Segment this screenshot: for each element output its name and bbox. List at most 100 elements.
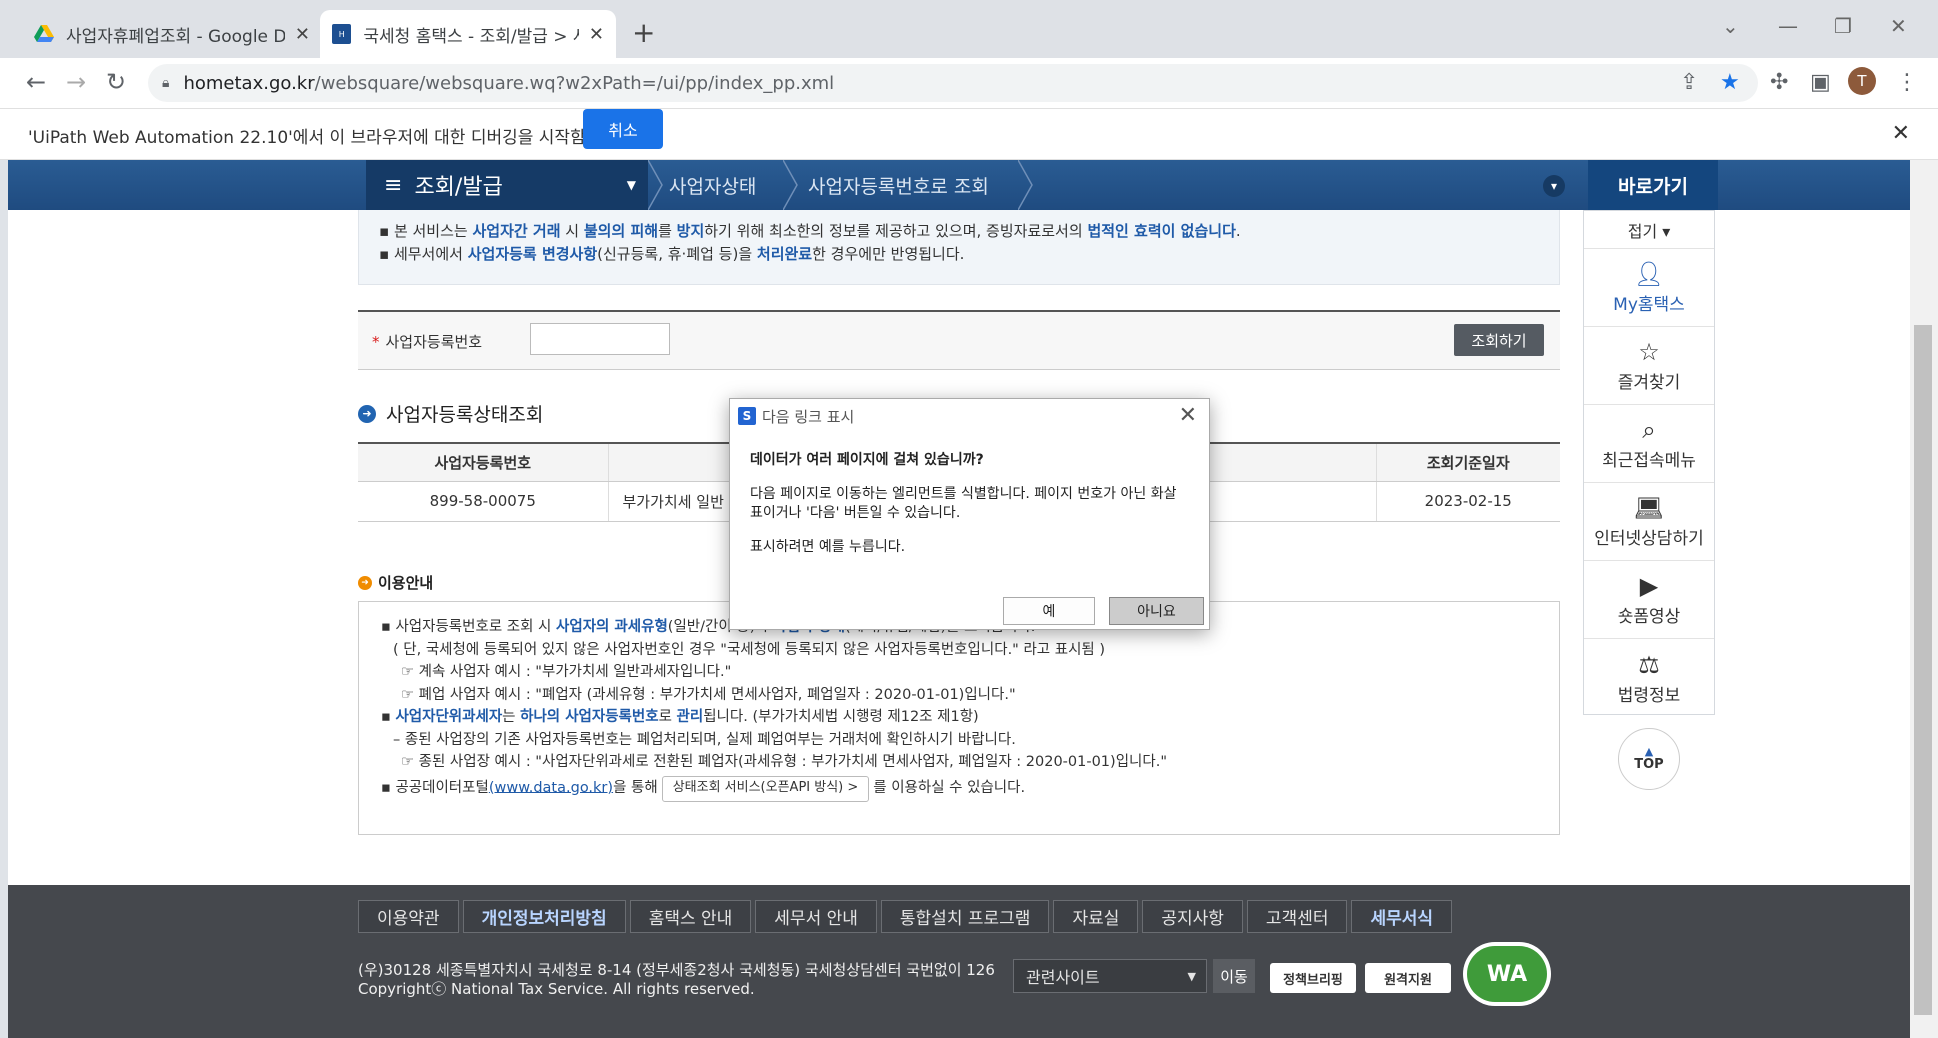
star-icon: ☆ [1638,338,1660,366]
usage-box: ▪ 사업자등록번호로 조회 시 사업자의 과세유형(일반/간이 등)과 사업자 … [358,601,1560,835]
menu-dropdown[interactable]: ≡ 조회/발급 ▼ [366,160,648,210]
tab-hometax[interactable]: H 국세청 홈택스 - 조회/발급 > 사업 ✕ [320,10,616,58]
remote-support-badge[interactable]: 원격지원 [1365,963,1451,993]
maximize-button[interactable]: ❐ [1834,14,1852,38]
reload-icon[interactable]: ↻ [106,68,126,96]
usage-line: – 종된 사업장의 기존 사업자등록번호는 폐업처리되며, 실제 폐업여부는 거… [393,731,1016,748]
dialog-header: S 다음 링크 표시 [730,399,1209,433]
footer-link[interactable]: 고객센터 [1246,900,1348,933]
close-tab-icon[interactable]: ✕ [589,24,604,45]
arrow-circle-icon: ➜ [358,404,376,423]
fold-button[interactable]: 접기 ▾ [1584,211,1714,249]
business-number-input[interactable] [530,323,670,355]
menu-kebab-icon[interactable]: ⋮ [1896,70,1918,95]
caret-down-icon: ▼ [626,178,636,192]
table-cell: 2023-02-15 [1375,481,1560,522]
bookmark-star-icon[interactable]: ★ [1720,70,1740,95]
infobar-cancel-button[interactable]: 취소 [583,109,663,149]
address-bar-row: ← → ↻ 🔒︎ hometax.go.kr/websquare/websqua… [0,58,1938,108]
footer-link[interactable]: 통합설치 프로그램 [880,900,1050,933]
column-header: 조회기준일자 [1375,442,1560,482]
breadcrumb-item[interactable]: 사업자등록번호로 조회 [808,160,989,210]
search-form: * 사업자등록번호 조회하기 [358,310,1560,370]
notice-box: ▪ 본 서비스는 사업자간 거래 시 불의의 피해를 방지하기 위해 최소한의 … [358,210,1560,285]
url-bar[interactable]: 🔒︎ hometax.go.kr/websquare/websquare.wq?… [148,64,1758,102]
new-tab-button[interactable]: + [632,16,655,49]
share-icon[interactable]: ⇪ [1680,70,1698,95]
policy-briefing-badge[interactable]: 정책브리핑 [1270,963,1356,993]
forward-icon[interactable]: → [66,68,86,96]
close-tab-icon[interactable]: ✕ [295,24,310,45]
footer-link[interactable]: 홈택스 안내 [629,900,752,933]
url-domain: hometax.go.kr [183,72,315,94]
breadcrumb-item[interactable]: 사업자상태 [669,160,756,210]
url-path: /websquare/websquare.wq?w2xPath=/ui/pp/i… [314,72,835,94]
usage-line: ☞ 계속 사업자 예시 : "부가가치세 일반과세자입니다." [401,664,732,680]
chevron-down-icon[interactable]: ▾ [1543,175,1565,197]
result-section-title: ➜ 사업자등록상태조회 [358,400,543,427]
google-drive-icon [34,24,54,44]
usage-line: ☞ 종된 사업장 예시 : "사업자단위과세로 전환된 폐업자(과세유형 : 부… [401,754,1167,770]
dialog-title: 다음 링크 표시 [762,407,855,426]
web-accessibility-mark: WA [1463,942,1551,1006]
avatar[interactable]: T [1848,67,1876,95]
table-cell: 899-58-00075 [358,481,608,522]
footer: 이용약관 개인정보처리방침 홈택스 안내 세무서 안내 통합설치 프로그램 자료… [8,885,1910,1038]
usage-line: ( 단, 국세청에 등록되어 있지 않은 사업자번호인 경우 "국세청에 등록되… [393,641,1106,658]
gavel-icon: ⚖ [1638,650,1660,679]
quick-item-law[interactable]: ⚖ 법령정보 [1584,639,1714,717]
caret-up-icon: ▲ [1644,745,1654,758]
indicate-next-link-dialog: S 다음 링크 표시 ✕ 데이터가 여러 페이지에 걸쳐 있습니까? 다음 페이… [729,398,1210,630]
breadcrumb-separator [1017,160,1036,211]
breadcrumb-separator [647,160,666,211]
footer-link[interactable]: 공지사항 [1142,900,1243,933]
footer-address: (우)30128 세종특별자치시 국세청로 8-14 (정부세종2청사 국세청동… [358,961,995,998]
tab-search-icon[interactable]: ⌄ [1722,14,1739,38]
minimize-button[interactable]: — [1778,14,1798,38]
close-icon[interactable]: ✕ [1179,403,1197,428]
data-go-kr-link[interactable]: (www.data.go.kr) [489,779,613,795]
tab-title: 사업자휴폐업조회 - Google Driv [66,26,285,47]
search-button[interactable]: 조회하기 [1454,324,1544,356]
global-nav-bar: ≡ 조회/발급 ▼ 사업자상태 사업자등록번호로 조회 ▾ 바로가기 [8,160,1910,211]
yes-button[interactable]: 예 [1003,597,1095,625]
footer-link[interactable]: 자료실 [1053,900,1139,933]
no-button[interactable]: 아니요 [1109,597,1204,625]
browser-tab-bar: 사업자휴폐업조회 - Google Driv ✕ H 국세청 홈택스 - 조회/… [0,0,1938,58]
tab-google-drive[interactable]: 사업자휴폐업조회 - Google Driv ✕ [22,10,322,58]
quick-item-my-hometax[interactable]: 👤︎ My홈택스 [1584,249,1714,327]
footer-link[interactable]: 이용약관 [358,900,459,933]
go-button[interactable]: 이동 [1213,959,1255,993]
footer-links: 이용약관 개인정보처리방침 홈택스 안내 세무서 안내 통합설치 프로그램 자료… [358,900,1453,933]
hometax-icon: H [332,24,352,44]
usage-line: ▪ 공공데이터포털(www.data.go.kr)을 통해 상태조회 서비스(오픈… [381,775,1537,802]
scroll-top-button[interactable]: ▲ TOP [1618,728,1680,790]
column-header: 사업자등록번호 [358,442,608,482]
quick-item-shortform[interactable]: ▶ 숏폼영상 [1584,561,1714,639]
extensions-icon[interactable]: ✣ [1770,70,1788,95]
side-panel-icon[interactable]: ▣ [1810,70,1831,95]
arrow-circle-icon: ➜ [358,575,372,590]
footer-link[interactable]: 세무서 안내 [755,900,877,933]
scrollbar-thumb[interactable] [1914,325,1932,1015]
dialog-text: 다음 페이지로 이동하는 엘리먼트를 식별합니다. 페이지 번호가 아닌 화살표… [750,486,1177,521]
related-sites-select[interactable]: 관련사이트 ▼ [1013,959,1207,993]
back-icon[interactable]: ← [26,68,46,96]
tab-title: 국세청 홈택스 - 조회/발급 > 사업 [363,26,579,47]
quick-item-recent[interactable]: ⌕ 최근접속메뉴 [1584,405,1714,483]
lock-icon[interactable]: 🔒︎ [162,75,169,91]
quick-item-favorites[interactable]: ☆ 즐겨찾기 [1584,327,1714,405]
window-close-button[interactable]: ✕ [1890,14,1907,38]
usage-section-title: ➜ 이용안내 [358,572,433,593]
menu-label: 조회/발급 [414,175,503,200]
open-api-button[interactable]: 상태조회 서비스(오픈API 방식) > [661,775,870,802]
quick-menu-title: 바로가기 [1588,160,1718,210]
usage-line: ☞ 폐업 사업자 예시 : "폐업자 (과세유형 : 부가가치세 면세사업자, … [401,686,1016,703]
close-icon[interactable]: ✕ [1892,121,1910,146]
footer-link[interactable]: 세무서식 [1351,900,1453,933]
business-number-label: * 사업자등록번호 [372,333,483,351]
caret-down-icon: ▼ [1187,969,1196,983]
scrollbar[interactable] [1910,160,1938,1038]
footer-link[interactable]: 개인정보처리방침 [462,900,626,933]
quick-item-consult[interactable]: 💻︎ 인터넷상담하기 [1584,483,1714,561]
